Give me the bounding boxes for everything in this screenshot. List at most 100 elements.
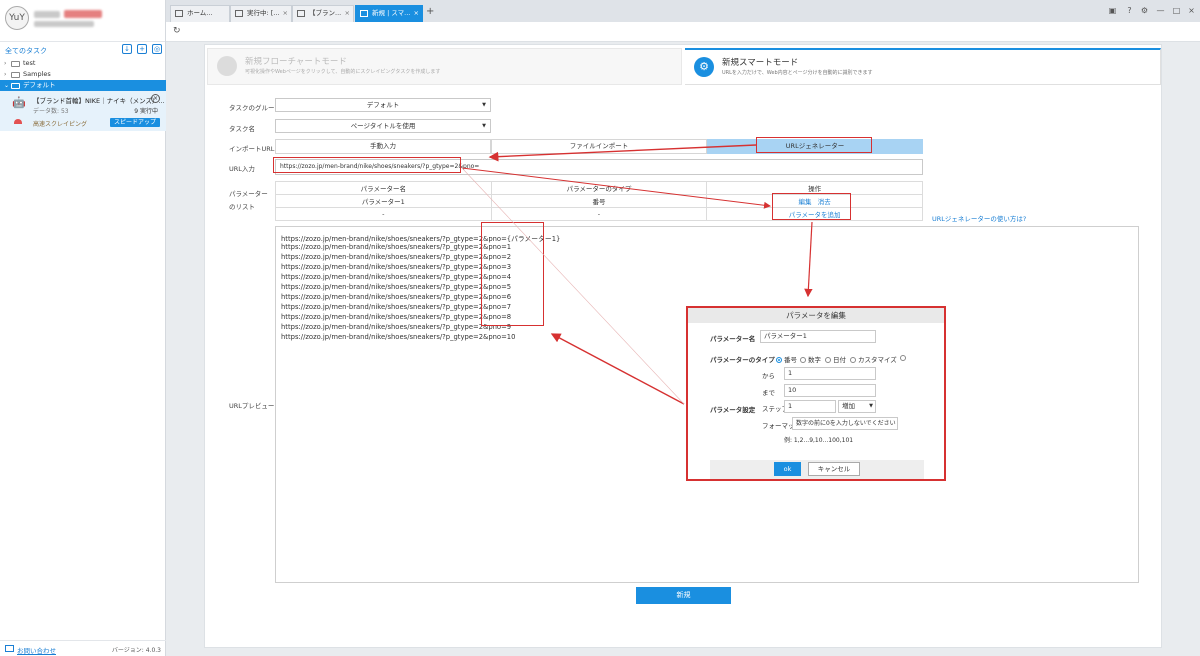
- account-blurred: [34, 21, 94, 27]
- all-tasks-label[interactable]: 全てのタスク: [5, 46, 47, 56]
- preview-line: https://zozo.jp/men-brand/nike/shoes/sne…: [281, 313, 512, 321]
- mail-icon[interactable]: [5, 645, 14, 652]
- close-icon[interactable]: ×: [345, 6, 350, 21]
- folder-icon: [11, 72, 20, 78]
- preview-line: https://zozo.jp/men-brand/nike/shoes/sne…: [281, 293, 512, 301]
- settings-icon[interactable]: ◎: [152, 44, 162, 54]
- chevron-down-icon[interactable]: ⌄: [4, 80, 9, 91]
- sidebar: YuY 全てのタスク ↓ + ◎ › test › Samples ⌄ デフォル…: [0, 0, 166, 656]
- tree-item-default[interactable]: ⌄ デフォルト: [0, 80, 166, 91]
- contact-link[interactable]: お問い合わせ: [17, 645, 56, 655]
- folder-icon: [11, 61, 20, 67]
- from-label: から: [762, 372, 775, 380]
- preview-line: https://zozo.jp/men-brand/nike/shoes/sne…: [281, 263, 512, 271]
- format-example: 例: 1,2...9,10...100,101: [784, 437, 854, 444]
- panel-icon[interactable]: ▣: [1108, 6, 1117, 15]
- gear-icon[interactable]: ⚙: [1140, 6, 1149, 15]
- mode-smart-card[interactable]: ⚙ 新規スマートモード URLを入力だけで、Web内容とページ分けを自動的に識別…: [685, 48, 1161, 85]
- close-icon[interactable]: ×: [414, 6, 419, 21]
- radio-icon: [776, 357, 782, 363]
- close-icon[interactable]: ×: [283, 6, 288, 21]
- radio-other[interactable]: [900, 354, 908, 362]
- add-tab-button[interactable]: +: [426, 6, 434, 17]
- chevron-right-icon[interactable]: ›: [4, 69, 6, 80]
- group-select[interactable]: デフォルト ▼: [275, 98, 491, 112]
- param-name-input[interactable]: パラメーター1: [760, 330, 876, 343]
- preview-line: https://zozo.jp/men-brand/nike/shoes/sne…: [281, 243, 512, 251]
- import-task-icon[interactable]: ↓: [122, 44, 132, 54]
- close-window-icon[interactable]: ×: [1187, 6, 1196, 15]
- folder-icon: [11, 83, 20, 89]
- maximize-icon[interactable]: □: [1172, 6, 1181, 15]
- preview-line: https://zozo.jp/men-brand/nike/shoes/sne…: [281, 283, 512, 291]
- task-title: 【ブランド首輪】NIKE｜ナイキ（メンズ）...: [33, 97, 165, 105]
- param-type-label: パラメーターのタイプ: [710, 356, 775, 364]
- from-input[interactable]: 1: [784, 367, 876, 380]
- tree-item-label: デフォルト: [23, 81, 56, 89]
- step-input[interactable]: 1: [784, 400, 836, 413]
- radio-digit[interactable]: 数字: [800, 354, 821, 364]
- robot-icon: 🤖: [12, 96, 26, 109]
- radio-date[interactable]: 日付: [825, 354, 846, 364]
- refresh-icon[interactable]: ↻: [173, 26, 181, 36]
- annotation-box-param-actions: [772, 193, 851, 220]
- page-icon: [235, 10, 243, 17]
- empty-cell: -: [490, 207, 708, 221]
- param-type-cell: 番号: [490, 194, 708, 208]
- tab-home[interactable]: ホーム...: [170, 5, 230, 22]
- mode-title: 新規フローチャートモード: [245, 57, 347, 67]
- tab-new-smart[interactable]: 新規 | スマ... ×: [355, 5, 423, 22]
- tree-item-samples[interactable]: › Samples: [0, 69, 166, 80]
- ok-button[interactable]: ok: [774, 462, 801, 476]
- to-input[interactable]: 10: [784, 384, 876, 397]
- url-generator-help-link[interactable]: URLジェネレーターの使い方は?: [932, 213, 1026, 223]
- task-card[interactable]: 🤖 【ブランド首輪】NIKE｜ナイキ（メンズ）... × データ数: 53 9 …: [0, 91, 166, 131]
- url-preview-label: URLプレビュー: [229, 402, 275, 410]
- user-profile: YuY: [0, 0, 165, 42]
- avatar[interactable]: YuY: [5, 6, 29, 30]
- close-icon[interactable]: ×: [151, 94, 160, 103]
- dialog-title: パラメータを編集: [688, 308, 944, 323]
- all-tasks-bar: 全てのタスク ↓ + ◎: [0, 43, 166, 57]
- import-url-label: インポートURL: [229, 145, 275, 153]
- cancel-button[interactable]: キャンセル: [808, 462, 860, 476]
- task-name-label: タスク名: [229, 125, 255, 133]
- caret-down-icon: ▼: [482, 123, 486, 129]
- tree-item-test[interactable]: › test: [0, 58, 166, 69]
- tab-bar: ホーム... 実行中: [... × 【ブラン... × 新規 | スマ... × +…: [166, 0, 1200, 22]
- to-label: まで: [762, 389, 775, 397]
- create-button[interactable]: 新規: [636, 587, 731, 604]
- group-label: タスクのグループ: [229, 104, 281, 112]
- plan-badge-blurred: [64, 10, 102, 18]
- username-blurred: [34, 11, 60, 18]
- param-name-label: パラメーター名: [710, 335, 756, 343]
- flowchart-icon: [217, 56, 237, 76]
- dialog-footer: ok キャンセル: [710, 460, 924, 479]
- mode-flowchart-card[interactable]: 新規フローチャートモード 可視化操作やWebページをクリックして、自動的にスクレ…: [207, 48, 682, 85]
- radio-icon: [800, 357, 806, 363]
- speed-up-button[interactable]: スピードアップ: [109, 118, 160, 127]
- param-name-cell: パラメーター1: [275, 194, 492, 208]
- radio-custom[interactable]: カスタマイズ: [850, 354, 897, 364]
- radio-number[interactable]: 番号: [776, 354, 797, 364]
- gauge-icon: [14, 119, 22, 124]
- version-label: バージョン: 4.0.3: [111, 647, 161, 654]
- tree-item-label: Samples: [23, 70, 51, 78]
- minimize-icon[interactable]: —: [1156, 6, 1165, 15]
- task-name-select[interactable]: ページタイトルを使用 ▼: [275, 119, 491, 133]
- tab-file-import[interactable]: ファイルインポート: [491, 139, 707, 154]
- tree-item-label: test: [23, 59, 36, 67]
- tab-running[interactable]: 実行中: [... ×: [230, 5, 292, 22]
- help-icon[interactable]: ?: [1125, 6, 1134, 15]
- tab-brand[interactable]: 【ブラン... ×: [292, 5, 354, 22]
- column-header: パラメーターのタイプ: [490, 181, 708, 195]
- format-select[interactable]: 数字の前に0を入力しないでください: [792, 417, 898, 430]
- step-mode-select[interactable]: 増加 ▼: [838, 400, 876, 413]
- tab-manual-input[interactable]: 手動入力: [275, 139, 491, 154]
- home-icon: [175, 10, 183, 17]
- chevron-right-icon[interactable]: ›: [4, 58, 6, 69]
- page-toolbar: ↻: [166, 22, 1200, 42]
- preview-line: https://zozo.jp/men-brand/nike/shoes/sne…: [281, 323, 512, 331]
- task-data-count: データ数: 53: [33, 108, 69, 115]
- new-folder-icon[interactable]: +: [137, 44, 147, 54]
